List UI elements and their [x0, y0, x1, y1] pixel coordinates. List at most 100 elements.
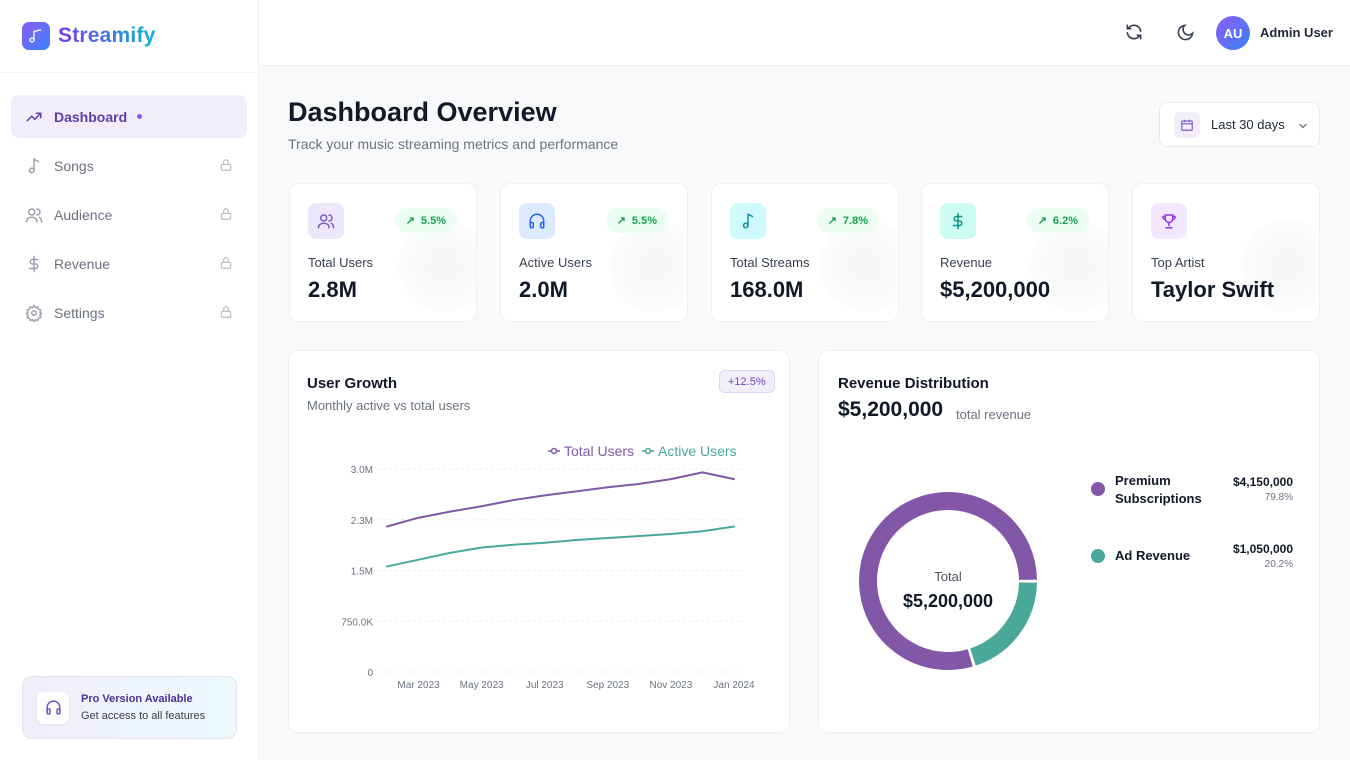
- stat-card-total-users: ↗ 5.5% Total Users 2.8M: [289, 183, 477, 322]
- dollar-icon: [940, 203, 976, 239]
- sidebar-item-label: Revenue: [54, 255, 111, 272]
- sidebar-item-revenue[interactable]: Revenue: [11, 242, 247, 285]
- y-tick-label: 2.3M: [351, 516, 373, 527]
- trending-up-icon: [25, 108, 43, 126]
- legend-marker: [550, 447, 558, 455]
- legend-amount: $4,150,000: [1232, 475, 1293, 489]
- lock-icon: [219, 206, 233, 222]
- stat-label: Top Artist: [1151, 255, 1205, 270]
- users-icon: [25, 206, 43, 224]
- dollar-icon: [25, 255, 43, 273]
- headphones-icon: [37, 691, 69, 724]
- legend-label: Total Users: [564, 443, 634, 459]
- x-tick-label: Nov 2023: [650, 680, 693, 691]
- stat-value: Taylor Swift: [1151, 277, 1275, 302]
- stat-label: Revenue: [940, 255, 993, 270]
- change-value: 5.5%: [631, 214, 657, 227]
- change-badge: ↗ 5.5%: [394, 208, 457, 233]
- refresh-icon[interactable]: [1123, 21, 1145, 43]
- sidebar-item-songs[interactable]: Songs: [11, 144, 247, 187]
- user-name[interactable]: Admin User: [1260, 25, 1333, 40]
- change-badge: ↗ 5.5%: [605, 208, 668, 233]
- sidebar-item-label: Dashboard: [54, 108, 128, 125]
- sidebar-item-label: Settings: [54, 304, 105, 321]
- pro-promo-card[interactable]: Pro Version Available Get access to all …: [22, 676, 237, 739]
- x-tick-label: May 2023: [460, 680, 504, 691]
- stat-label: Active Users: [519, 255, 592, 270]
- change-value: 6.2%: [1052, 214, 1078, 227]
- x-tick-label: Mar 2023: [397, 680, 440, 691]
- date-range-select[interactable]: Last 30 days: [1159, 102, 1320, 147]
- brand-name: Streamify: [58, 24, 156, 47]
- page-subtitle: Track your music streaming metrics and p…: [288, 136, 619, 152]
- revenue-distribution-card: Revenue Distribution $5,200,000 total re…: [818, 350, 1320, 733]
- stat-value: 168.0M: [730, 277, 804, 302]
- moon-icon[interactable]: [1174, 21, 1196, 43]
- arrow-up-right-icon: ↗: [827, 215, 837, 227]
- page-title: Dashboard Overview: [288, 97, 557, 127]
- trophy-icon: [1151, 203, 1187, 239]
- lock-icon: [219, 304, 233, 320]
- active-dot: [137, 114, 143, 119]
- date-range-label: Last 30 days: [1211, 117, 1285, 132]
- change-badge: ↗ 6.2%: [1026, 208, 1089, 233]
- y-tick-label: 3.0M: [351, 465, 373, 476]
- legend-amount: $1,050,000: [1232, 542, 1293, 556]
- music-note-icon: [22, 22, 50, 50]
- x-tick-label: Jul 2023: [526, 680, 564, 691]
- promo-title: Pro Version Available: [81, 693, 193, 705]
- legend-dot: [1091, 549, 1105, 563]
- arrow-up-right-icon: ↗: [405, 215, 415, 227]
- card-decoration: [820, 220, 898, 312]
- sidebar-nav: Dashboard Songs Audience Revenue Setting…: [0, 73, 258, 334]
- headphones-icon: [519, 203, 555, 239]
- legend-item[interactable]: Active Users: [642, 443, 737, 459]
- sidebar-item-audience[interactable]: Audience: [11, 193, 247, 236]
- sidebar-item-settings[interactable]: Settings: [11, 291, 247, 334]
- x-tick-label: Sep 2023: [586, 680, 629, 691]
- series-line-total-users: [386, 471, 735, 528]
- gear-icon: [25, 303, 43, 322]
- legend-label: Active Users: [658, 443, 737, 459]
- sidebar-item-label: Audience: [54, 206, 113, 223]
- lock-icon: [219, 255, 233, 271]
- legend-dot: [1091, 482, 1105, 496]
- lock-icon: [219, 157, 233, 173]
- brand[interactable]: Streamify: [0, 0, 258, 73]
- arrow-up-right-icon: ↗: [616, 215, 626, 227]
- donut-center-value: $5,200,000: [903, 591, 993, 611]
- user-growth-chart[interactable]: 3.0M 2.3M 1.5M 750.0K 0 Mar 2023 May 2023 Jul 2…: [289, 351, 789, 732]
- stat-value: $5,200,000: [940, 277, 1051, 302]
- sidebar-item-label: Songs: [54, 157, 94, 174]
- legend-item[interactable]: Total Users: [548, 443, 634, 459]
- stat-value: 2.0M: [519, 277, 568, 302]
- music-note-icon: [25, 157, 43, 175]
- sidebar: Streamify Dashboard Songs Audience Reven…: [0, 0, 259, 760]
- users-icon: [308, 203, 344, 239]
- stat-label: Total Streams: [730, 255, 810, 270]
- change-value: 7.8%: [842, 214, 868, 227]
- revenue-donut-chart[interactable]: Total $5,200,000: [828, 461, 1068, 701]
- arrow-up-right-icon: ↗: [1037, 215, 1047, 227]
- revenue-total-label: total revenue: [956, 407, 1032, 422]
- legend-name: Ad Revenue: [1115, 548, 1191, 563]
- calendar-icon: [1174, 111, 1200, 138]
- avatar[interactable]: AU: [1216, 16, 1250, 50]
- legend-percent: 20.2%: [1264, 559, 1293, 570]
- stat-card-top-artist: Top Artist Taylor Swift: [1132, 183, 1320, 322]
- change-value: 5.5%: [420, 214, 446, 227]
- user-growth-card: User Growth Monthly active vs total user…: [288, 350, 790, 733]
- card-decoration: [609, 220, 687, 312]
- promo-subtitle: Get access to all features: [81, 710, 206, 722]
- top-bar: AU Admin User: [259, 0, 1350, 66]
- legend-name: Premium Subscriptions: [1115, 473, 1202, 506]
- series-line-active-users: [386, 525, 735, 568]
- stat-label: Total Users: [308, 255, 374, 270]
- sidebar-item-dashboard[interactable]: Dashboard: [11, 95, 247, 138]
- stat-card-active-users: ↗ 5.5% Active Users 2.0M: [500, 183, 688, 322]
- revenue-total: $5,200,000: [838, 398, 944, 421]
- legend-percent: 79.8%: [1264, 492, 1293, 503]
- y-tick-label: 750.0K: [341, 617, 373, 628]
- card-decoration: [398, 220, 476, 312]
- chevron-down-icon: [1297, 119, 1309, 131]
